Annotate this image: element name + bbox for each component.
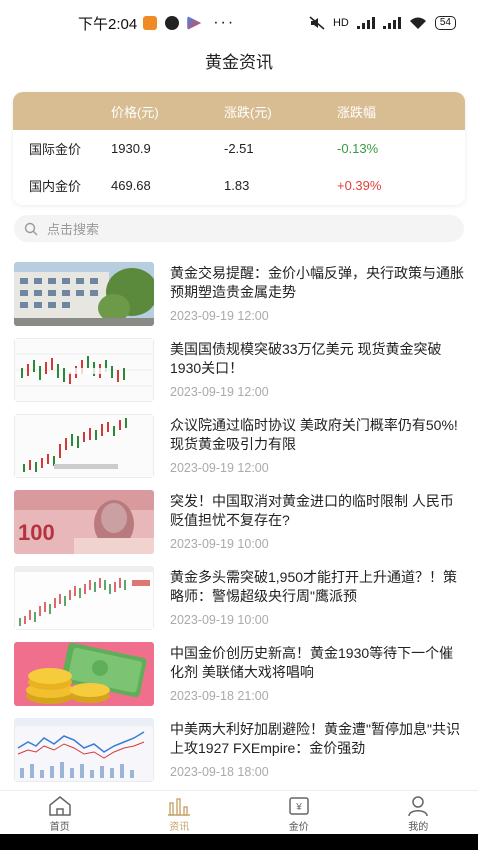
news-thumbnail — [14, 718, 154, 782]
tab-price[interactable]: ¥ 金价 — [239, 791, 359, 834]
wifi-icon — [409, 17, 426, 29]
search-input[interactable]: 点击搜索 — [14, 215, 464, 242]
news-date: 2023-09-19 12:00 — [170, 309, 269, 323]
signal-label: HD — [332, 17, 349, 29]
tab-label: 金价 — [288, 822, 309, 833]
news-item[interactable]: 100 突发！中国取消对黄金进口的临时限制 人民币贬值担忧不复存在? 2023-… — [0, 490, 478, 566]
news-date: 2023-09-18 21:00 — [170, 689, 269, 703]
news-title: 黄金交易提醒：金价小幅反弹，央行政策与通胀预期塑造贵金属走势 — [170, 265, 464, 300]
tab-home[interactable]: 首页 — [0, 791, 120, 834]
price-row-domestic[interactable]: 国内金价 469.68 1.83 +0.39% — [13, 167, 465, 204]
battery-indicator: 54 — [434, 16, 456, 30]
news-thumbnail — [14, 262, 154, 326]
more-notifications-icon: ··· — [213, 14, 236, 31]
price-change: 1.83 — [224, 178, 250, 193]
search-placeholder: 点击搜索 — [47, 222, 100, 237]
search-icon — [24, 222, 38, 235]
price-name: 国际金价 — [29, 142, 82, 157]
play-notification-icon — [187, 16, 202, 30]
news-title: 突发！中国取消对黄金进口的临时限制 人民币贬值担忧不复存在? — [170, 493, 454, 528]
price-table-header: 价格(元) 涨跌(元) 涨跌幅 — [13, 92, 465, 130]
tab-mine[interactable]: 我的 — [359, 791, 478, 834]
news-title: 美国国债规模突破33万亿美元 现货黄金突破1930关口！ — [170, 341, 442, 376]
news-title: 众议院通过临时协议 美政府关门概率仍有50%!现货黄金吸引力有限 — [170, 417, 458, 452]
news-date: 2023-09-19 10:00 — [170, 537, 269, 551]
news-thumbnail — [14, 338, 154, 402]
xiaomi-notification-icon — [143, 16, 158, 30]
silent-icon — [309, 16, 325, 30]
news-item[interactable]: 黄金交易提醒：金价小幅反弹，央行政策与通胀预期塑造贵金属走势 2023-09-1… — [0, 262, 478, 338]
news-item[interactable]: 中国金价创历史新高！黄金1930等待下一个催化剂 美联储大戏将唱响 2023-0… — [0, 642, 478, 718]
news-thumbnail — [14, 642, 154, 706]
news-date: 2023-09-18 18:00 — [170, 765, 269, 779]
header-price: 价格(元) — [111, 104, 159, 120]
price-percent: +0.39% — [337, 178, 382, 193]
news-thumbnail — [14, 566, 154, 630]
tab-label: 资讯 — [169, 822, 190, 833]
price-percent: -0.13% — [337, 141, 379, 156]
news-chart-icon — [168, 798, 191, 816]
svg-text:100: 100 — [18, 520, 55, 545]
news-list: 黄金交易提醒：金价小幅反弹，央行政策与通胀预期塑造贵金属走势 2023-09-1… — [0, 262, 478, 794]
header-percent: 涨跌幅 — [337, 104, 377, 120]
app-notification-icon — [165, 16, 180, 30]
status-time: 下午2:04 — [78, 15, 138, 33]
news-date: 2023-09-19 12:00 — [170, 385, 269, 399]
news-date: 2023-09-19 10:00 — [170, 613, 269, 627]
price-tag-icon: ¥ — [289, 797, 309, 815]
signal-icon-2 — [382, 17, 401, 29]
news-date: 2023-09-19 12:00 — [170, 461, 269, 475]
news-title: 中国金价创历史新高！黄金1930等待下一个催化剂 美联储大戏将唱响 — [170, 645, 454, 680]
news-title: 中美两大利好加剧避险！黄金遭"暂停加息"共识上攻1927 FXEmpire：金价… — [170, 721, 460, 756]
svg-text:¥: ¥ — [295, 802, 302, 813]
home-icon — [49, 796, 71, 816]
news-item[interactable]: 中美两大利好加剧避险！黄金遭"暂停加息"共识上攻1927 FXEmpire：金价… — [0, 718, 478, 794]
price-row-international[interactable]: 国际金价 1930.9 -2.51 -0.13% — [13, 130, 465, 167]
price-name: 国内金价 — [29, 179, 82, 194]
status-indicators: HD 54 — [309, 16, 456, 30]
signal-icon — [356, 17, 375, 29]
user-icon — [408, 796, 428, 817]
status-bar: 下午2:04 ··· HD 54 — [0, 0, 478, 46]
news-item[interactable]: 黄金多头需突破1,950才能打开上升通道？！策略师：警惕超级央行周"鹰派预 20… — [0, 566, 478, 642]
news-thumbnail — [14, 414, 154, 478]
news-thumbnail: 100 — [14, 490, 154, 554]
page-title: 黄金资讯 — [205, 53, 273, 72]
tab-label: 我的 — [408, 822, 429, 833]
news-title: 黄金多头需突破1,950才能打开上升通道？！策略师：警惕超级央行周"鹰派预 — [170, 569, 458, 604]
tab-label: 首页 — [49, 822, 70, 833]
gold-price-table: 价格(元) 涨跌(元) 涨跌幅 国际金价 1930.9 -2.51 -0.13%… — [13, 92, 465, 205]
tab-news[interactable]: 资讯 — [120, 791, 240, 834]
news-item[interactable]: 众议院通过临时协议 美政府关门概率仍有50%!现货黄金吸引力有限 2023-09… — [0, 414, 478, 490]
price-change: -2.51 — [224, 141, 254, 156]
bottom-tab-bar: 首页 资讯 ¥ 金价 我的 — [0, 790, 478, 834]
header-change: 涨跌(元) — [224, 104, 272, 120]
news-item[interactable]: 美国国债规模突破33万亿美元 现货黄金突破1930关口！ 2023-09-19 … — [0, 338, 478, 414]
price-value: 1930.9 — [111, 141, 151, 156]
price-value: 469.68 — [111, 178, 151, 193]
system-navigation-bar — [0, 834, 478, 850]
